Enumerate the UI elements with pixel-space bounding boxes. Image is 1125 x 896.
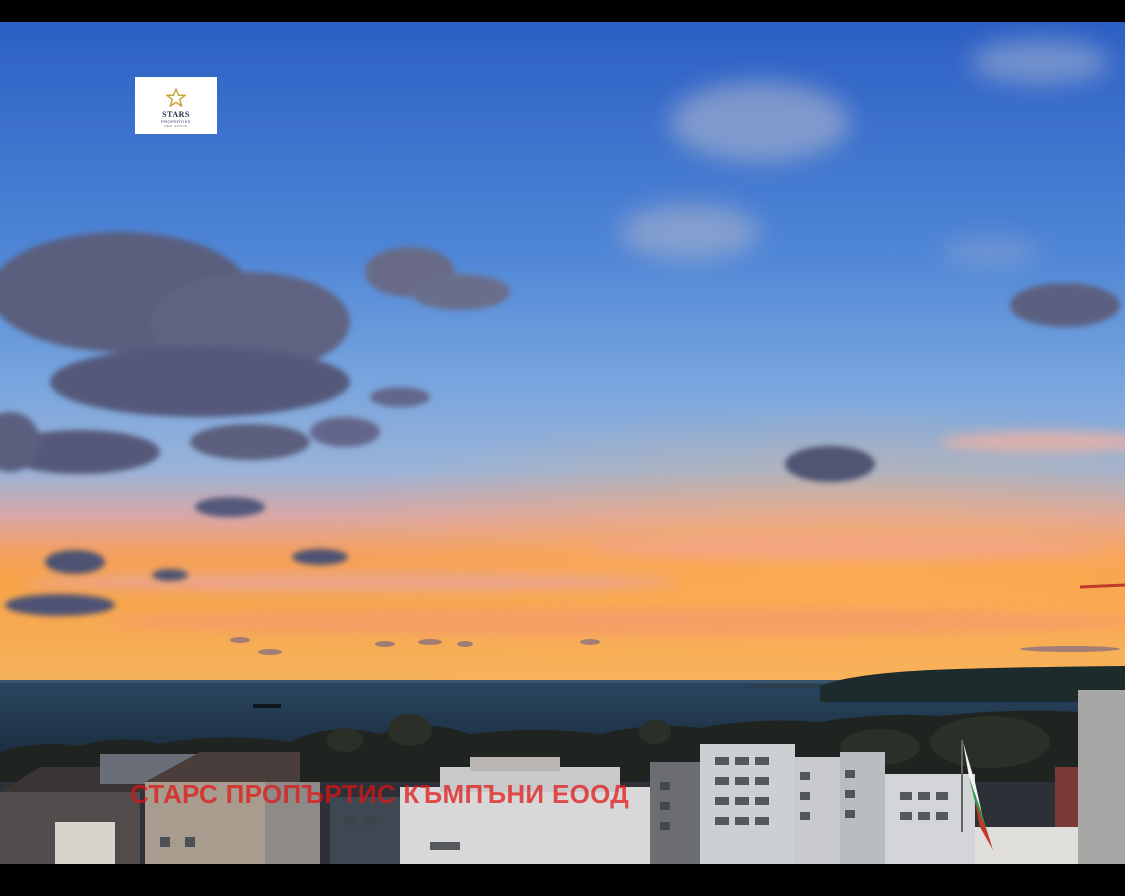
stars-properties-logo: STARS PROPERTIES REAL ESTATE xyxy=(135,77,217,134)
logo-name: STARS xyxy=(162,110,190,119)
ship xyxy=(253,704,281,708)
star-icon xyxy=(166,88,186,107)
photo-frame: STARS PROPERTIES REAL ESTATE СТАРС ПРОПЪ… xyxy=(0,0,1125,896)
top-border xyxy=(0,0,1125,22)
sunset-photo xyxy=(0,22,1125,864)
bottom-border xyxy=(0,864,1125,896)
company-watermark: СТАРС ПРОПЪРТИС КЪМПЪНИ ЕООД xyxy=(130,779,630,809)
logo-tagline: REAL ESTATE xyxy=(164,124,188,128)
crane xyxy=(1079,583,1125,589)
